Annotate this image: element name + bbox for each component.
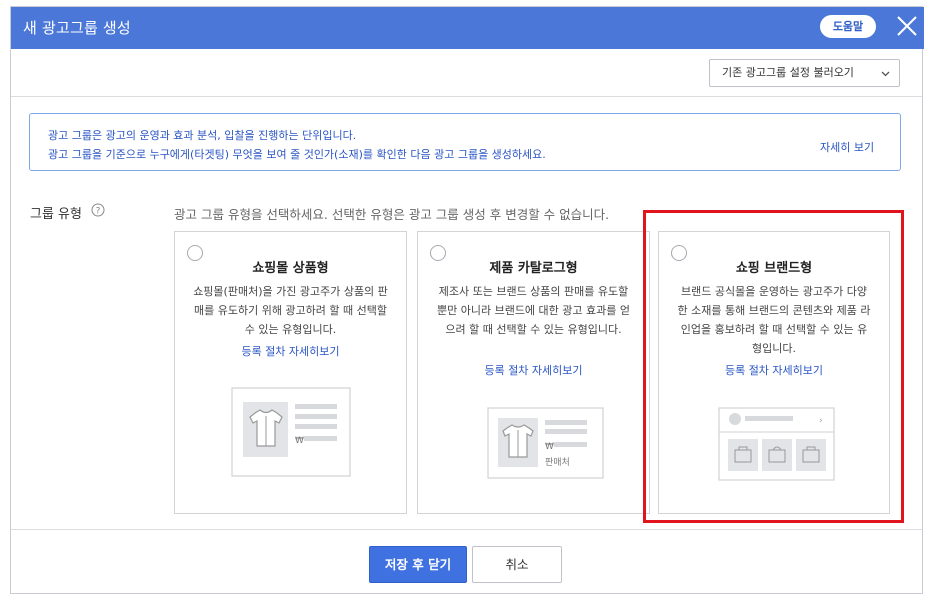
card-title: 쇼핑몰 상품형 [252,261,329,276]
dialog-toolbar: 기존 광고그룹 설정 불러오기 [11,49,922,97]
group-type-description: 광고 그룹 유형을 선택하세요. 선택한 유형은 광고 그룹 생성 후 변경할 … [174,207,610,222]
product-ad-illustration-icon: ₩ [231,387,351,477]
chevron-down-icon [881,71,890,77]
info-detail-link[interactable]: 자세히 보기 [820,139,874,155]
info-notice-box: 광고 그룹은 광고의 운영과 효과 분석, 입찰을 진행하는 단위입니다. 광고… [29,113,901,171]
card-title: 제품 카탈로그형 [489,261,578,276]
catalog-ad-illustration-icon: ₩ 판매처 [487,407,604,479]
group-type-card-product-catalog[interactable]: 제품 카탈로그형 제조사 또는 브랜드 상품의 판매를 유도할 뿐만 아니라 브… [417,231,650,514]
dialog-footer: 저장 후 닫기 취소 [11,529,922,593]
selection-highlight-box [643,210,904,523]
card-description: 제조사 또는 브랜드 상품의 판매를 유도할 뿐만 아니라 브랜드에 대한 광고… [436,285,631,336]
group-type-label: 그룹 유형 [30,207,82,222]
info-line-1: 광고 그룹은 광고의 운영과 효과 분석, 입찰을 진행하는 단위입니다. [48,129,357,142]
load-existing-settings-select[interactable]: 기존 광고그룹 설정 불러오기 [709,59,900,87]
svg-text:₩: ₩ [545,442,554,452]
cancel-button[interactable]: 취소 [472,546,562,583]
close-icon[interactable] [894,13,920,39]
registration-detail-link[interactable]: 등록 절차 자세히보기 [175,343,406,359]
svg-text:₩: ₩ [295,436,304,446]
svg-text:?: ? [96,207,101,217]
dialog-title: 새 광고그룹 생성 [23,19,131,37]
help-button[interactable]: 도움말 [820,15,876,38]
save-and-close-button[interactable]: 저장 후 닫기 [369,546,467,583]
load-existing-settings-label: 기존 광고그룹 설정 불러오기 [722,66,854,79]
card-description: 쇼핑몰(판매처)을 가진 광고주가 상품의 판매를 유도하기 위해 광고하려 할… [193,285,388,336]
question-circle-icon[interactable]: ? [91,203,105,217]
group-type-card-shopping-mall-product[interactable]: 쇼핑몰 상품형 쇼핑몰(판매처)을 가진 광고주가 상품의 판매를 유도하기 위… [174,231,407,514]
info-line-2: 광고 그룹을 기준으로 누구에게(타겟팅) 무엇을 보여 줄 것인가(소재)를 … [48,148,546,161]
registration-detail-link[interactable]: 등록 절차 자세히보기 [418,362,649,378]
dialog-title-bar: 새 광고그룹 생성 도움말 [11,7,924,49]
svg-text:판매처: 판매처 [545,456,570,468]
